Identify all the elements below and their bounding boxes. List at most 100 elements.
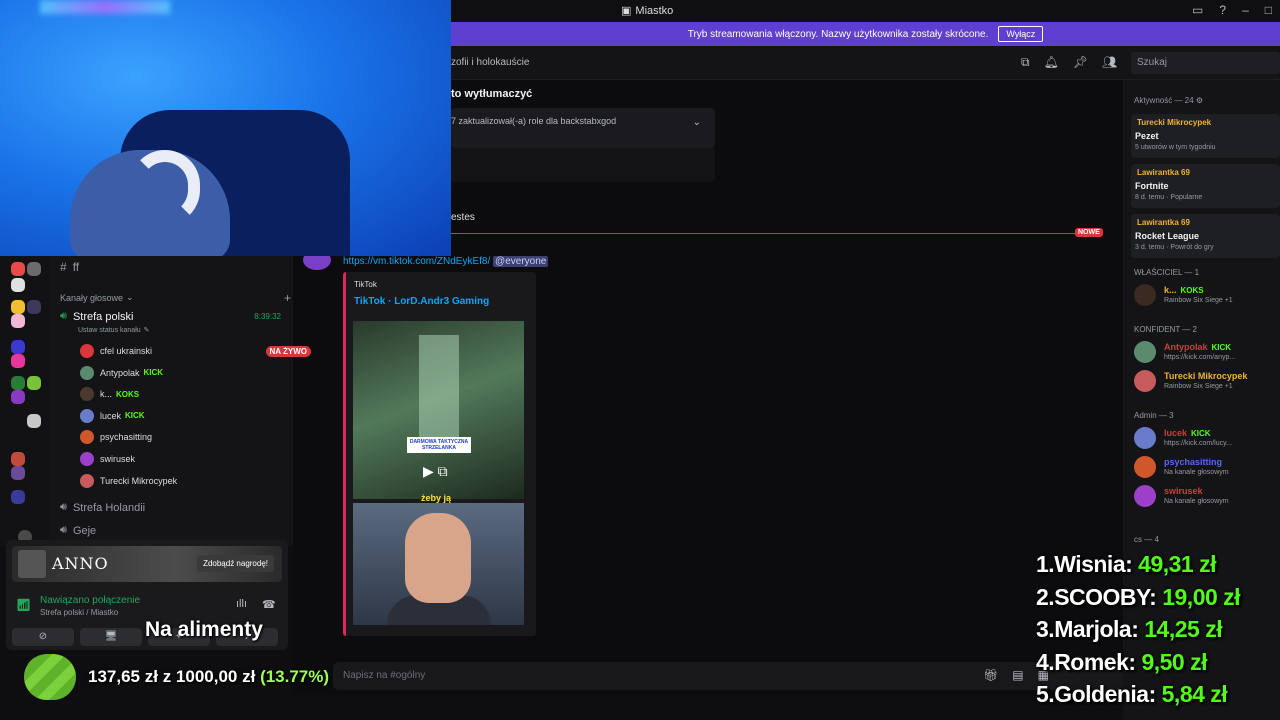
member-row[interactable]: lucek KICK https://kick.com/lucy... — [1134, 425, 1280, 451]
camera-off-button[interactable]: ⊘ — [12, 628, 74, 646]
inbox-icon[interactable]: ▭ — [1192, 3, 1203, 17]
speaker-icon: 🔊︎ — [60, 501, 67, 513]
voice-member[interactable]: Antypolak KICK — [80, 365, 323, 380]
member-name: psychasitting — [1164, 457, 1223, 467]
avatar — [1134, 456, 1156, 478]
signal-icon[interactable]: 📶︎ — [16, 598, 31, 612]
everyone-mention[interactable]: @everyone — [493, 256, 549, 267]
server-icon[interactable] — [27, 376, 41, 390]
voice-member[interactable]: Turecki Mikrocypek — [80, 473, 323, 488]
play-icon[interactable]: ▶ ⧉ — [423, 463, 448, 480]
role-header: Admin — 3 — [1134, 411, 1174, 420]
connection-location: Strefa polski / Miastko — [40, 608, 119, 617]
avatar — [1134, 370, 1156, 392]
member-row[interactable]: psychasitting Na kanale głosowym — [1134, 454, 1280, 480]
avatar — [80, 408, 94, 423]
member-row[interactable]: Antypolak KICK https://kick.com/anyp... — [1134, 339, 1280, 365]
search-input[interactable]: Szukaj — [1131, 52, 1280, 74]
server-icon[interactable] — [11, 490, 25, 504]
voice-category[interactable]: Kanały głosowe ⌄ + — [60, 291, 303, 305]
voice-channel-strefa-holandii[interactable]: 🔊︎ Strefa Holandii — [60, 501, 303, 514]
led-strip — [40, 0, 170, 14]
leaderboard-entry: 5.Goldenia: 5,84 zł — [1036, 681, 1280, 714]
role-header: WŁAŚCICIEL — 1 — [1134, 268, 1200, 277]
voice-member[interactable]: cfel ukrainski NA ŻYWO — [80, 344, 323, 358]
server-icon[interactable] — [11, 314, 25, 328]
help-icon[interactable]: ? — [1219, 3, 1226, 17]
voice-member-name: cfel ukrainski — [100, 346, 153, 356]
tiktok-link[interactable]: https://vm.tiktok.com/ZNdEykEf8/ — [343, 256, 490, 267]
server-icon[interactable] — [11, 354, 25, 368]
video-thumbnail-face[interactable] — [353, 503, 524, 625]
minimize-icon[interactable]: – — [1242, 3, 1249, 17]
leaderboard-rank: 3. — [1036, 616, 1055, 642]
member-row[interactable]: k... KOKS Rainbow Six Siege +1 — [1134, 282, 1280, 308]
server-icon[interactable] — [27, 414, 41, 428]
chevron-down-icon[interactable]: ⌄ — [693, 117, 701, 128]
voice-member-name: k... — [100, 389, 113, 400]
connection-status[interactable]: Nawiązano połączenie — [40, 595, 140, 606]
voice-member[interactable]: k... KOKS — [80, 387, 323, 402]
server-icon[interactable] — [11, 278, 25, 292]
server-icon[interactable] — [27, 300, 41, 314]
text-channel[interactable]: # ff — [60, 260, 303, 274]
video-thumbnail[interactable]: DARMOWA TAKTYCZNA STRZELANKA ▶ ⧉ żeby ją — [353, 321, 524, 503]
server-icon[interactable] — [11, 340, 25, 354]
voice-member[interactable]: psychasitting — [80, 430, 323, 445]
server-icon[interactable] — [11, 300, 25, 314]
voice-member[interactable]: swirusek — [80, 452, 323, 466]
server-icon[interactable] — [11, 452, 25, 466]
pin-icon[interactable]: 📌︎ — [1073, 55, 1088, 70]
voice-member[interactable]: lucek KICK — [80, 408, 323, 423]
activity-card[interactable]: Lawirantka 69 Fortnite 8 d. temu · Popular… — [1131, 164, 1280, 208]
member-status: https://kick.com/lucy... — [1164, 440, 1232, 447]
leaderboard-name: Marjola: — [1054, 616, 1139, 642]
new-messages-badge: NOWE — [1075, 228, 1103, 237]
threads-icon[interactable]: ⧉ — [1021, 55, 1030, 70]
server-icon[interactable] — [11, 466, 25, 480]
avatar — [1134, 341, 1156, 363]
leaderboard-rank: 5. — [1036, 681, 1055, 707]
role-header-cs: cs — 4 — [1134, 535, 1159, 544]
voice-channel-strefa-polski[interactable]: 🔊︎ Strefa polski 8:39:32 — [60, 310, 303, 323]
gear-icon[interactable]: ⚙ — [1196, 96, 1203, 105]
message-content: https://vm.tiktok.com/ZNdEykEf8/ @everyo… — [343, 256, 549, 267]
add-channel-icon[interactable]: + — [284, 291, 291, 305]
embed-title[interactable]: TikTok · LorD.Andr3 Gaming — [354, 296, 489, 307]
member-tag: KICK — [143, 368, 164, 378]
avatar — [80, 344, 94, 358]
avatar — [80, 365, 94, 380]
promo-banner[interactable]: ANNO Zdobądź nagrodę! — [12, 546, 282, 582]
member-row[interactable]: swirusek Na kanale głosowym — [1134, 483, 1280, 509]
role-update-card[interactable]: 7 zaktualizował(-a) role dla backstabxgo… — [451, 108, 715, 148]
server-icon[interactable] — [11, 390, 25, 404]
disconnect-icon[interactable]: ☎ — [262, 598, 276, 611]
server-icon[interactable] — [11, 262, 25, 276]
voice-member-name: psychasitting — [100, 432, 153, 443]
gif-icon[interactable]: ▤ — [1012, 668, 1023, 682]
claim-reward-button[interactable]: Zdobądź nagrodę! — [197, 555, 274, 572]
server-icon[interactable] — [11, 376, 25, 390]
donation-goal-fill — [24, 654, 76, 700]
member-status: Na kanale głosowym — [1164, 469, 1229, 476]
member-row[interactable]: Turecki Mikrocypek Rainbow Six Siege +1 — [1134, 368, 1280, 394]
members-icon[interactable]: 👥︎ — [1102, 55, 1117, 70]
bell-icon[interactable]: 🔔︎ — [1044, 55, 1059, 70]
avatar — [80, 473, 94, 488]
screen-share-button[interactable]: 🖥︎ — [80, 628, 142, 646]
maximize-icon[interactable]: □ — [1265, 3, 1272, 17]
disable-streamer-mode-button[interactable]: Wyłącz — [998, 26, 1044, 42]
activity-user: Lawirantka 69 — [1137, 218, 1190, 227]
leaderboard-entry: 3.Marjola: 14,25 zł — [1036, 616, 1280, 649]
voice-channel-geje[interactable]: 🔊︎ Geje — [60, 524, 303, 537]
activity-card[interactable]: Lawirantka 69 Rocket League 3 d. temu · Po… — [1131, 214, 1280, 258]
message-input-bar: Napisz na #ogólny 🎁︎ ▤ ▦ — [293, 658, 1123, 694]
server-icon[interactable] — [27, 262, 41, 276]
speaker-icon: 🔊︎ — [60, 310, 67, 322]
gift-icon[interactable]: 🎁︎ — [983, 668, 998, 682]
noise-suppression-icon[interactable]: ıllı — [236, 598, 247, 610]
avatar — [80, 387, 94, 402]
activity-card[interactable]: Turecki Mikrocypek Pezet 5 utworów w tym t… — [1131, 114, 1280, 158]
webcam-overlay — [0, 0, 451, 256]
set-channel-status[interactable]: Ustaw status kanału ✎ — [78, 326, 321, 335]
